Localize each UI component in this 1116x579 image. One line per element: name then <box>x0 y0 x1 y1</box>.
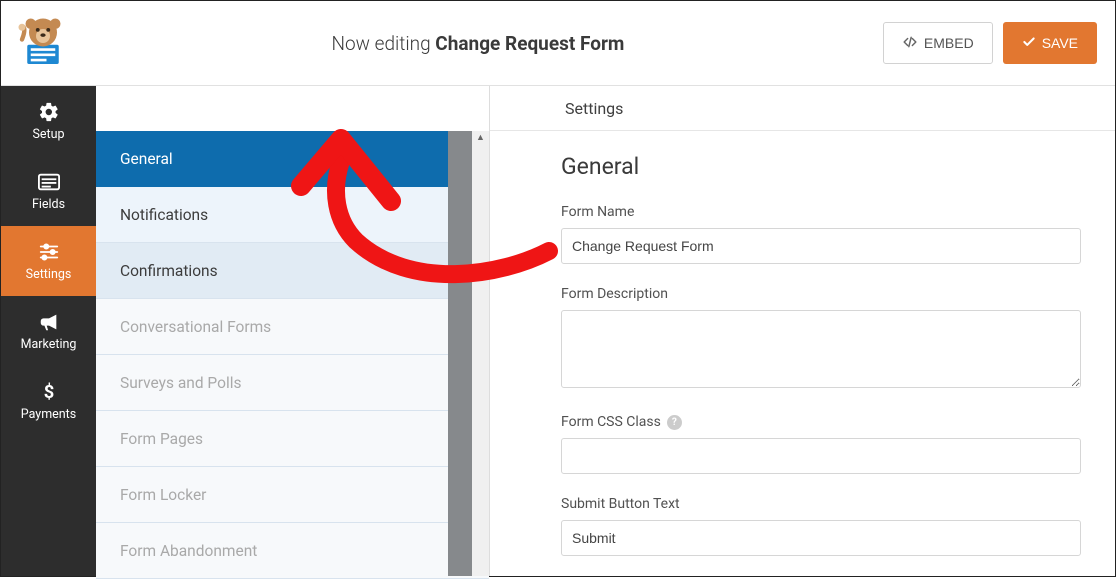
sidebar-item-form-pages[interactable]: Form Pages › <box>96 411 489 467</box>
help-icon[interactable]: ? <box>667 415 682 430</box>
sidebar-item-confirmations[interactable]: Confirmations › <box>96 243 489 299</box>
rail-setup[interactable]: Setup <box>1 86 96 156</box>
form-css-input[interactable] <box>561 438 1081 474</box>
form-desc-input[interactable] <box>561 310 1081 388</box>
app-logo <box>13 13 73 73</box>
form-desc-label: Form Description <box>561 286 1085 302</box>
sidebar-label: Surveys and Polls <box>120 374 241 392</box>
rail-marketing[interactable]: Marketing <box>1 296 96 366</box>
field-submit-text: Submit Button Text <box>561 496 1085 556</box>
sidebar-label: Confirmations <box>120 262 218 280</box>
sidebar-label: Conversational Forms <box>120 318 271 336</box>
sidebar-item-surveys[interactable]: Surveys and Polls › <box>96 355 489 411</box>
icon-rail: Setup Fields Settings Marketing $ Paymen… <box>1 86 96 576</box>
sidebar-label: Form Pages <box>120 430 203 448</box>
content-panel: General Form Name Form Description Form … <box>531 86 1115 576</box>
code-icon <box>902 35 918 52</box>
embed-button[interactable]: EMBED <box>883 22 993 64</box>
sidebar-item-general[interactable]: General ⌄ <box>96 131 489 187</box>
rail-label: Marketing <box>21 337 77 352</box>
editing-form-title: Change Request Form <box>435 32 624 55</box>
sidebar-label: Notifications <box>120 206 208 224</box>
rail-label: Fields <box>32 197 65 212</box>
rail-label: Settings <box>26 267 72 282</box>
save-button[interactable]: SAVE <box>1003 22 1097 64</box>
dollar-icon: $ <box>38 381 60 403</box>
field-form-name: Form Name <box>561 204 1085 264</box>
sidebar-spacer <box>96 86 489 131</box>
field-form-description: Form Description <box>561 286 1085 392</box>
form-name-input[interactable] <box>561 228 1081 264</box>
sidebar-scrollbar[interactable]: ▲ <box>472 131 489 576</box>
sidebar-item-notifications[interactable]: Notifications › <box>96 187 489 243</box>
rail-settings[interactable]: Settings <box>1 226 96 296</box>
form-name-label: Form Name <box>561 204 1085 220</box>
bullhorn-icon <box>38 311 60 333</box>
sidebar-track-gap <box>448 131 472 576</box>
sidebar-item-conversational[interactable]: Conversational Forms › <box>96 299 489 355</box>
sidebar-item-form-locker[interactable]: Form Locker › <box>96 467 489 523</box>
rail-payments[interactable]: $ Payments <box>1 366 96 436</box>
rail-label: Setup <box>32 127 64 142</box>
sidebar-label: Form Locker <box>120 486 206 504</box>
check-icon <box>1022 35 1036 52</box>
form-css-label: Form CSS Class <box>561 414 661 430</box>
page-title: Now editing Change Request Form <box>73 32 883 55</box>
section-title: Settings <box>565 99 623 118</box>
rail-label: Payments <box>21 407 76 422</box>
scroll-up-icon: ▲ <box>472 131 489 143</box>
submit-text-input[interactable] <box>561 520 1081 556</box>
save-label: SAVE <box>1042 35 1078 51</box>
editing-prefix: Now editing <box>332 32 431 55</box>
submit-text-label: Submit Button Text <box>561 496 1085 512</box>
svg-text:$: $ <box>43 381 54 402</box>
field-form-css: Form CSS Class ? <box>561 414 1085 474</box>
list-icon <box>38 171 60 193</box>
settings-sidebar: General ⌄ Notifications › Confirmations … <box>96 86 490 576</box>
section-header: Settings <box>490 86 1115 131</box>
sidebar-label: Form Abandonment <box>120 542 257 560</box>
top-bar: Now editing Change Request Form EMBED SA… <box>1 1 1115 86</box>
sidebar-item-form-abandonment[interactable]: Form Abandonment › <box>96 523 489 579</box>
sidebar-label: General <box>120 150 173 168</box>
sliders-icon <box>38 241 60 263</box>
gear-icon <box>38 101 60 123</box>
panel-heading: General <box>561 153 1085 180</box>
embed-label: EMBED <box>924 35 974 51</box>
rail-fields[interactable]: Fields <box>1 156 96 226</box>
content-body: General Form Name Form Description Form … <box>531 131 1115 576</box>
